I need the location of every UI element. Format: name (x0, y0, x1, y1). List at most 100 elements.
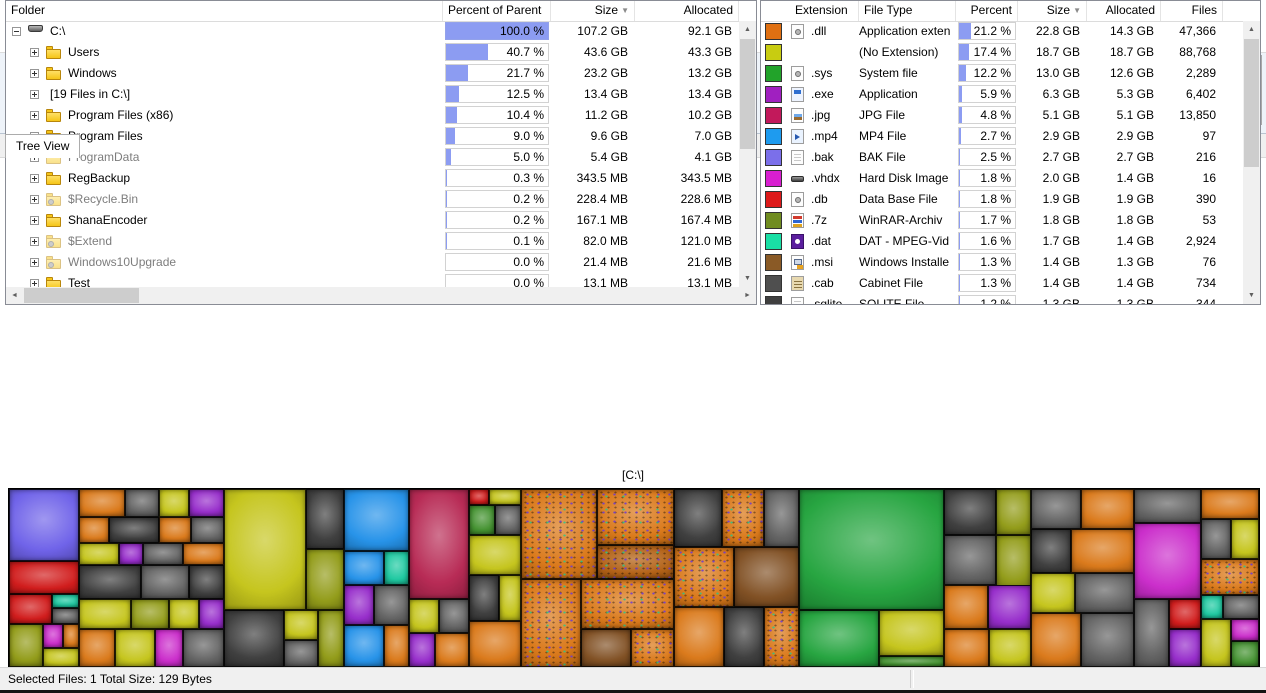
treemap-block[interactable] (944, 585, 988, 629)
treemap-block[interactable] (183, 543, 224, 565)
tree-row[interactable]: RegBackup0.3 %343.5 MB343.5 MB (6, 168, 739, 189)
treemap-block[interactable] (1134, 489, 1201, 523)
treemap-block[interactable] (109, 517, 159, 543)
treemap-block[interactable] (143, 543, 183, 565)
extension-row[interactable]: .7zWinRAR-Archiv1.7 %1.8 GB1.8 GB53 (761, 210, 1243, 231)
treemap-block[interactable] (764, 489, 799, 547)
extension-row[interactable]: .bakBAK File2.5 %2.7 GB2.7 GB216 (761, 147, 1243, 168)
tab-tree-view[interactable]: Tree View (5, 134, 80, 158)
expand-icon[interactable] (30, 69, 39, 78)
treemap-block[interactable] (384, 625, 409, 667)
treemap-block[interactable] (521, 579, 581, 667)
treemap-block[interactable] (1075, 573, 1134, 613)
treemap-block[interactable] (495, 505, 521, 535)
expand-icon[interactable] (30, 111, 39, 120)
tree-row[interactable]: $Extend0.1 %82.0 MB121.0 MB (6, 231, 739, 252)
column-header-percent-of-parent[interactable]: Percent of Parent (443, 1, 551, 21)
extension-row[interactable]: (No Extension)17.4 %18.7 GB18.7 GB88,768 (761, 42, 1243, 63)
column-header-size[interactable]: Size▼ (1018, 1, 1087, 21)
tree-row[interactable]: $Recycle.Bin0.2 %228.4 MB228.6 MB (6, 189, 739, 210)
tree-row[interactable]: Program Files9.0 %9.6 GB7.0 GB (6, 126, 739, 147)
treemap-block[interactable] (799, 489, 944, 610)
treemap-block[interactable] (1134, 523, 1201, 599)
treemap-block[interactable] (996, 535, 1031, 589)
treemap-block[interactable] (724, 607, 764, 667)
treemap-block[interactable] (1169, 599, 1201, 629)
tree-row[interactable]: Users40.7 %43.6 GB43.3 GB (6, 42, 739, 63)
extension-row[interactable]: .mp4MP4 File2.7 %2.9 GB2.9 GB97 (761, 126, 1243, 147)
treemap-block[interactable] (521, 489, 597, 579)
treemap[interactable] (8, 488, 1260, 668)
column-header-folder[interactable]: Folder (6, 1, 443, 21)
treemap-block[interactable] (879, 656, 944, 667)
treemap-block[interactable] (79, 543, 119, 565)
tree-row[interactable]: ProgramData5.0 %5.4 GB4.1 GB (6, 147, 739, 168)
tree-row[interactable]: Windows21.7 %23.2 GB13.2 GB (6, 63, 739, 84)
treemap-block[interactable] (159, 489, 189, 517)
extension-row[interactable]: .sysSystem file12.2 %13.0 GB12.6 GB2,289 (761, 63, 1243, 84)
treemap-block[interactable] (169, 599, 199, 629)
treemap-block[interactable] (469, 489, 489, 505)
extension-row[interactable]: .vhdxHard Disk Image1.8 %2.0 GB1.4 GB16 (761, 168, 1243, 189)
extension-row[interactable]: .dbData Base File1.8 %1.9 GB1.9 GB390 (761, 189, 1243, 210)
treemap-block[interactable] (1201, 519, 1231, 559)
treemap-block[interactable] (374, 585, 409, 625)
treemap-block[interactable] (189, 565, 224, 599)
treemap-block[interactable] (764, 607, 799, 667)
treemap-block[interactable] (989, 629, 1031, 667)
treemap-block[interactable] (469, 621, 521, 667)
treemap-block[interactable] (9, 561, 79, 594)
treemap-block[interactable] (115, 629, 155, 667)
treemap-block[interactable] (674, 547, 734, 607)
treemap-block[interactable] (344, 625, 384, 667)
tree-row[interactable]: Windows10Upgrade0.0 %21.4 MB21.6 MB (6, 252, 739, 273)
column-header-file-type[interactable]: File Type (859, 1, 956, 21)
treemap-block[interactable] (79, 565, 141, 599)
treemap-block[interactable] (52, 608, 79, 624)
expand-icon[interactable] (30, 195, 39, 204)
treemap-block[interactable] (1201, 559, 1259, 595)
treemap-block[interactable] (63, 624, 79, 648)
treemap-block[interactable] (409, 599, 439, 633)
treemap-block[interactable] (799, 610, 879, 667)
treemap-block[interactable] (79, 517, 109, 543)
treemap-block[interactable] (1169, 629, 1201, 667)
treemap-block[interactable] (344, 585, 374, 625)
column-header-percent[interactable]: Percent (956, 1, 1018, 21)
treemap-block[interactable] (1223, 595, 1259, 619)
treemap-block[interactable] (9, 624, 43, 667)
treemap-block[interactable] (1201, 595, 1223, 619)
treemap-block[interactable] (1134, 599, 1169, 667)
tree-row[interactable]: Test0.0 %13.1 MB13.1 MB (6, 273, 739, 287)
treemap-block[interactable] (581, 579, 674, 629)
expand-icon[interactable] (30, 48, 39, 57)
treemap-block[interactable] (159, 517, 191, 543)
treemap-block[interactable] (581, 629, 631, 667)
expand-icon[interactable] (30, 90, 39, 99)
treemap-block[interactable] (306, 549, 344, 610)
column-header-extension[interactable]: Extension (761, 1, 859, 21)
column-header-files[interactable]: Files (1161, 1, 1223, 21)
treemap-block[interactable] (1231, 641, 1259, 667)
extension-row[interactable]: .datDAT - MPEG-Vid1.6 %1.7 GB1.4 GB2,924 (761, 231, 1243, 252)
treemap-block[interactable] (224, 489, 306, 610)
treemap-block[interactable] (1031, 489, 1081, 529)
treemap-block[interactable] (119, 543, 143, 565)
treemap-block[interactable] (409, 489, 469, 599)
extension-row[interactable]: .sqliteSQLITE File1.2 %1.3 GB1.3 GB344 (761, 294, 1243, 304)
expand-icon[interactable] (30, 279, 39, 287)
treemap-block[interactable] (597, 489, 674, 545)
expand-icon[interactable] (30, 174, 39, 183)
treemap-block[interactable] (469, 505, 495, 535)
treemap-block[interactable] (435, 633, 469, 667)
treemap-block[interactable] (183, 629, 224, 667)
treemap-block[interactable] (489, 489, 521, 505)
treemap-block[interactable] (1201, 489, 1259, 519)
treemap-block[interactable] (1031, 529, 1071, 573)
treemap-block[interactable] (224, 610, 284, 667)
treemap-block[interactable] (189, 489, 224, 517)
collapse-icon[interactable] (12, 27, 21, 36)
treemap-block[interactable] (155, 629, 183, 667)
extension-row[interactable]: .msiWindows Installe1.3 %1.4 GB1.3 GB76 (761, 252, 1243, 273)
folder-tree-vscrollbar[interactable]: ▲ ▼ (739, 21, 756, 287)
